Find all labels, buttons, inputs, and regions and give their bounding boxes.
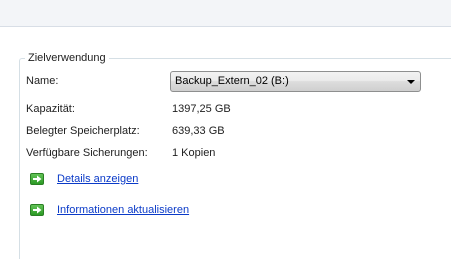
used-space-value: 639,33 GB <box>172 125 225 137</box>
drive-dropdown-value: Backup_Extern_02 (B:) <box>175 75 289 87</box>
green-arrow-icon[interactable] <box>30 204 44 216</box>
name-label: Name: <box>26 75 59 87</box>
group-title: Zielverwendung <box>25 52 109 65</box>
capacity-value: 1397,25 GB <box>172 103 231 115</box>
drive-dropdown[interactable]: Backup_Extern_02 (B:) <box>170 71 421 92</box>
available-backups-value: 1 Kopien <box>172 147 216 159</box>
available-backups-label: Verfügbare Sicherungen: <box>26 147 148 159</box>
used-space-label: Belegter Speicherplatz: <box>26 125 140 137</box>
details-link[interactable]: Details anzeigen <box>57 173 138 186</box>
capacity-label: Kapazität: <box>26 103 75 115</box>
chevron-down-icon[interactable] <box>407 80 415 84</box>
refresh-info-link[interactable]: Informationen aktualisieren <box>57 204 189 217</box>
green-arrow-icon[interactable] <box>30 173 44 185</box>
window-top-band <box>0 0 451 27</box>
